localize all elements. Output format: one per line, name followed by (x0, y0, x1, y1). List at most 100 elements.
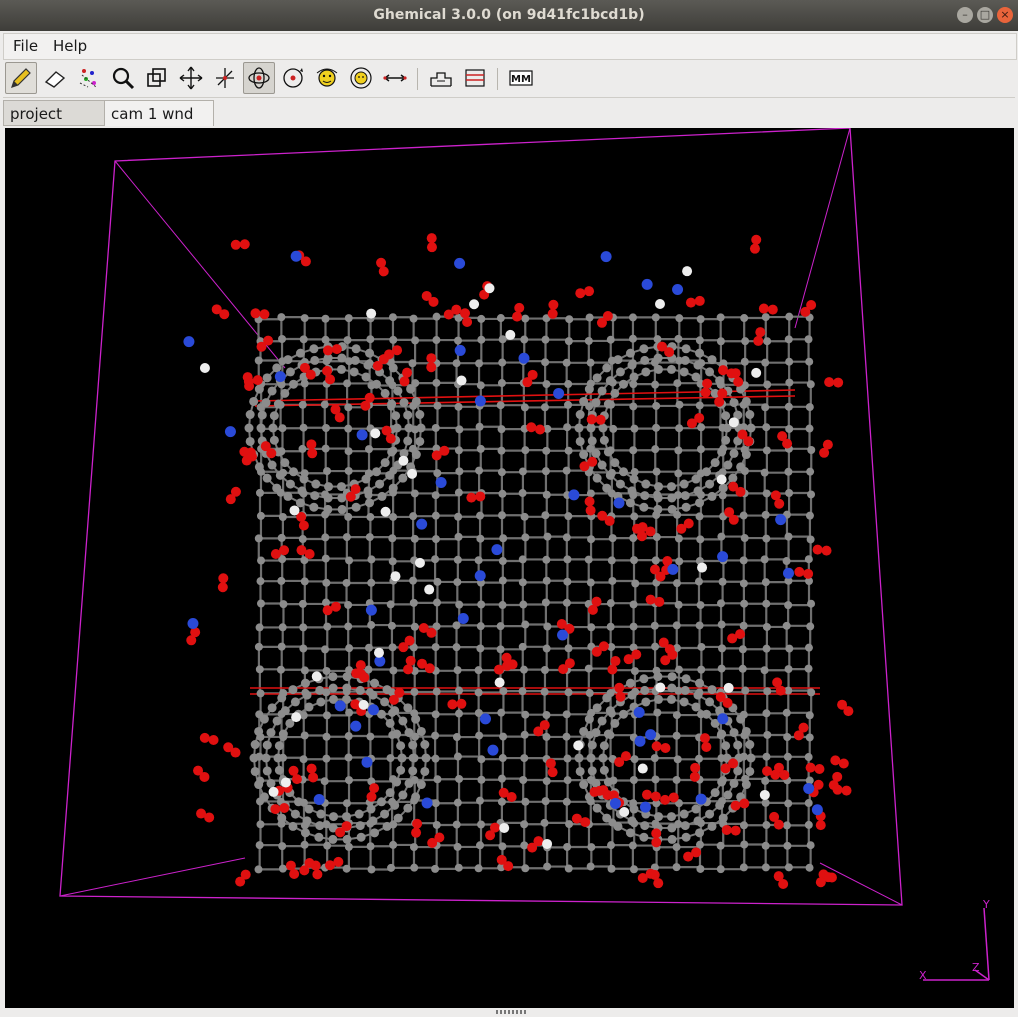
carbon-atom (591, 398, 601, 408)
carbon-atom (762, 534, 771, 543)
carbon-atom (694, 577, 703, 586)
erase-tool[interactable] (39, 62, 71, 94)
oxygen-atom (584, 286, 595, 297)
carbon-atom (477, 314, 486, 323)
oxygen-atom (456, 698, 467, 709)
nitrogen-atom (717, 713, 729, 725)
carbon-atom (272, 716, 282, 726)
rotate-z-tool[interactable] (345, 62, 377, 94)
bondtype-icon (465, 69, 485, 87)
carbon-atom (806, 380, 815, 389)
carbon-atom (474, 556, 483, 565)
draw-tool[interactable] (5, 62, 37, 94)
carbon-atom (653, 708, 662, 717)
carbon-atom (784, 467, 793, 476)
select-tool[interactable] (73, 62, 105, 94)
mm-tool[interactable]: MM (505, 62, 537, 94)
resize-grip[interactable] (496, 1010, 528, 1014)
carbon-atom (518, 467, 527, 476)
oxygen-atom (208, 734, 219, 745)
carbon-atom (716, 865, 725, 874)
carbon-atom (693, 816, 703, 826)
carbon-atom (389, 666, 398, 675)
menu-file[interactable]: File (8, 34, 43, 59)
carbon-atom (245, 436, 255, 446)
graphics-viewport[interactable]: X Y Z (5, 128, 1014, 1008)
tab-camera-window[interactable]: cam 1 wnd 1 (104, 100, 214, 149)
mm-icon: MM (509, 70, 533, 86)
title-bar[interactable]: Ghemical 3.0.0 (on 9d41fc1bcd1b) – □ × (0, 0, 1018, 31)
carbon-atom (433, 401, 442, 410)
carbon-atom (606, 622, 615, 631)
carbon-atom (431, 799, 440, 808)
oxygen-atom (366, 791, 377, 802)
carbon-atom (497, 708, 506, 717)
bondtype-tool[interactable] (459, 62, 491, 94)
nitrogen-atom (667, 563, 679, 575)
carbon-atom (762, 489, 771, 498)
carbon-atom (653, 672, 663, 682)
carbon-atom (717, 664, 726, 673)
carbon-atom (610, 458, 620, 468)
carbon-atom (518, 578, 527, 587)
minimize-button[interactable]: – (957, 7, 973, 23)
carbon-atom (398, 790, 408, 800)
carbon-atom (587, 535, 596, 544)
carbon-atom (431, 511, 440, 520)
carbon-atom (273, 399, 283, 409)
maximize-button[interactable]: □ (977, 7, 993, 23)
carbon-atom (667, 823, 677, 833)
carbon-atom (518, 687, 527, 696)
carbon-atom (288, 821, 298, 831)
carbon-atom (650, 621, 659, 630)
oxygen-atom (322, 605, 333, 616)
oxygen-atom (545, 758, 556, 769)
oxygen-atom (411, 827, 422, 838)
oxygen-atom (655, 571, 666, 582)
nitrogen-atom (416, 518, 428, 530)
carbon-atom (782, 821, 791, 830)
carbon-atom (370, 678, 380, 688)
carbon-atom (628, 841, 637, 850)
element-tool[interactable] (425, 62, 457, 94)
carbon-atom (454, 336, 463, 345)
carbon-atom (321, 423, 330, 432)
carbon-atom (416, 423, 426, 433)
carbon-atom (627, 690, 637, 700)
molecule-scene[interactable]: X Y Z (5, 128, 1014, 1008)
zoom-tool[interactable] (107, 62, 139, 94)
orbit-xy-tool[interactable] (243, 62, 275, 94)
carbon-atom (431, 643, 440, 652)
oxygen-atom (701, 741, 712, 752)
carbon-atom (520, 512, 529, 521)
oxygen-atom (199, 771, 210, 782)
carbon-atom (520, 335, 529, 344)
carbon-atom (563, 776, 572, 785)
carbon-atom (397, 753, 407, 763)
translate-z-tool[interactable] (209, 62, 241, 94)
oxygen-atom (815, 820, 826, 831)
menu-help[interactable]: Help (48, 34, 92, 59)
oxygen-atom (424, 663, 435, 674)
nitrogen-atom (600, 251, 612, 263)
hydrogen-atom (573, 740, 584, 751)
tab-project-view[interactable]: project view (3, 100, 105, 149)
carbon-atom (579, 396, 589, 406)
carbon-atom (388, 313, 397, 322)
carbon-atom (564, 380, 573, 389)
carbon-atom (366, 804, 376, 814)
translate-xy-tool[interactable] (175, 62, 207, 94)
carbon-atom (367, 621, 376, 630)
carbon-atom (272, 363, 282, 373)
nitrogen-atom (518, 352, 530, 364)
carbon-atom (675, 665, 684, 674)
rotate-xy-tool[interactable] (311, 62, 343, 94)
clipping-tool[interactable] (141, 62, 173, 94)
orbit-z-tool[interactable] (277, 62, 309, 94)
carbon-atom (453, 666, 462, 675)
measure-tool[interactable] (379, 62, 411, 94)
mm-label: MM (511, 74, 531, 85)
carbon-atom (543, 532, 552, 541)
close-button[interactable]: × (997, 7, 1013, 23)
carbon-atom (681, 832, 691, 842)
